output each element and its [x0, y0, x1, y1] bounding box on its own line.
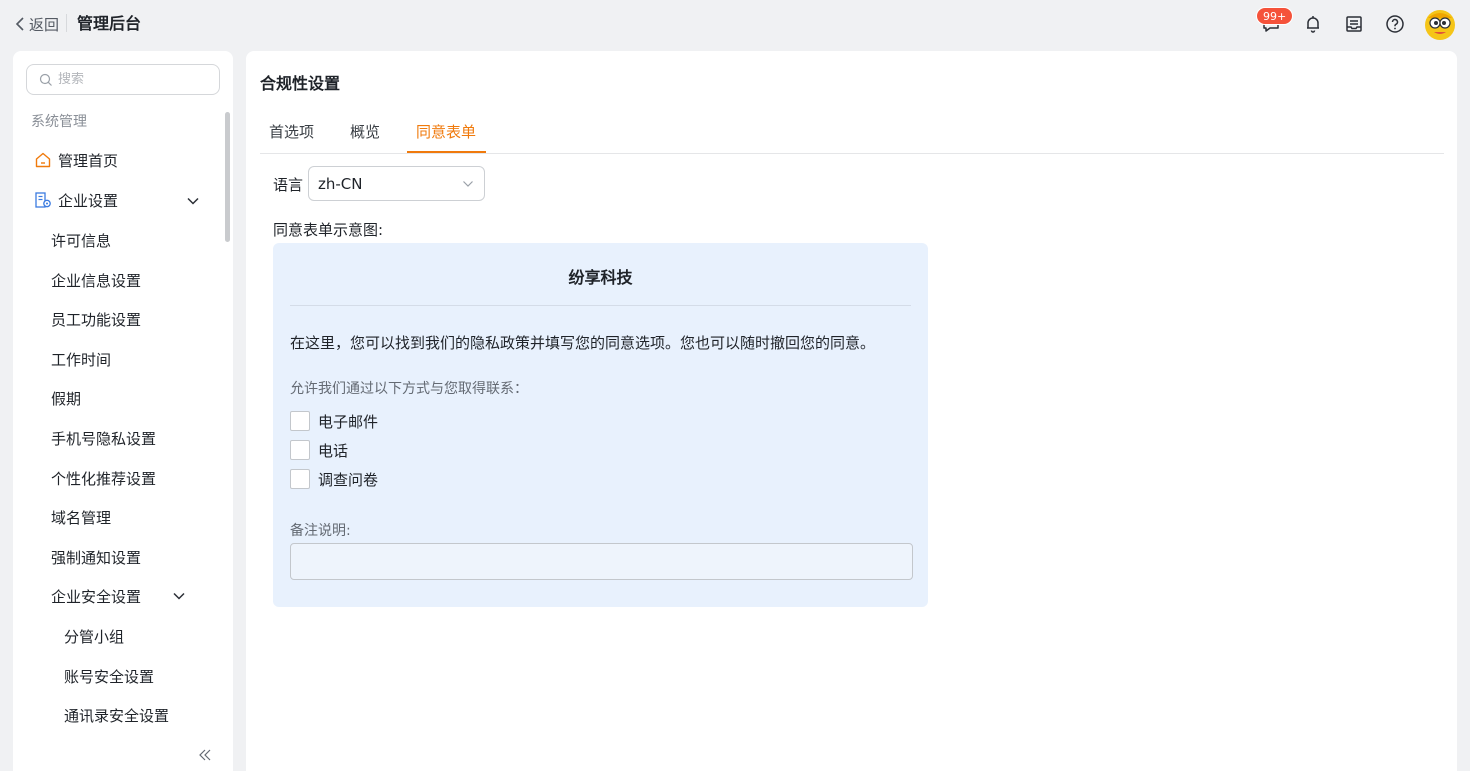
user-avatar[interactable] — [1422, 6, 1458, 42]
back-button[interactable]: 返回 — [14, 12, 59, 36]
sidebar-item-label: 管理首页 — [58, 151, 119, 170]
sidebar-item-enterprise-settings[interactable]: 企业设置 — [34, 188, 118, 212]
checkbox[interactable] — [290, 469, 310, 489]
sidebar-item-label: 账号安全设置 — [64, 667, 155, 686]
option-label: 调查问卷 — [318, 470, 379, 489]
sidebar-item-domain[interactable]: 域名管理 — [51, 505, 111, 529]
chevron-down-icon[interactable] — [186, 194, 200, 208]
contact-prompt: 允许我们通过以下方式与您取得联系： — [290, 381, 528, 397]
tab-consent-form[interactable]: 同意表单 — [408, 121, 484, 153]
sidebar-item-employee-features[interactable]: 员工功能设置 — [51, 307, 141, 331]
sidebar-item-label: 工作时间 — [51, 350, 112, 369]
sidebar-item-home[interactable]: 管理首页 — [34, 148, 118, 172]
form-company-title: 纷享科技 — [568, 268, 633, 287]
sidebar-item-recommendations[interactable]: 个性化推荐设置 — [51, 466, 156, 490]
sidebar-item-label: 假期 — [51, 389, 82, 408]
note-input[interactable] — [290, 543, 913, 580]
language-value: zh-CN — [318, 174, 363, 193]
search-icon — [39, 73, 52, 86]
collapse-sidebar-icon[interactable] — [197, 747, 213, 763]
chevron-left-icon — [15, 17, 24, 31]
notifications-button[interactable] — [1300, 11, 1326, 37]
building-settings-icon — [35, 192, 51, 208]
sidebar-item-label: 通讯录安全设置 — [64, 706, 170, 725]
header-divider — [66, 14, 67, 32]
tab-bar: 首选项 概览 同意表单 — [260, 113, 1444, 154]
sidebar-item-label: 分管小组 — [64, 627, 125, 646]
sidebar-item-subgroups[interactable]: 分管小组 — [64, 624, 124, 648]
sidebar-item-label: 强制通知设置 — [51, 548, 142, 567]
sidebar-item-label: 个性化推荐设置 — [51, 469, 157, 488]
app-title: 管理后台 — [77, 14, 142, 33]
language-label: 语言 — [273, 176, 304, 194]
tab-preferences[interactable]: 首选项 — [261, 121, 322, 153]
option-email[interactable]: 电子邮件 — [290, 411, 378, 431]
search-input[interactable] — [58, 72, 208, 87]
form-divider — [290, 305, 911, 306]
home-icon — [35, 152, 51, 168]
chevron-down-icon — [463, 181, 473, 187]
tasks-button[interactable] — [1341, 11, 1367, 37]
sidebar-search[interactable] — [26, 64, 220, 95]
sidebar-item-label: 企业设置 — [58, 191, 119, 210]
consent-form-preview: 纷享科技 在这里，您可以找到我们的隐私政策并填写您的同意选项。您也可以随时撤回您… — [273, 243, 928, 607]
sidebar-item-holidays[interactable]: 假期 — [51, 386, 81, 410]
sidebar-item-phone-privacy[interactable]: 手机号隐私设置 — [51, 426, 156, 450]
preview-label: 同意表单示意图: — [273, 221, 384, 239]
help-button[interactable] — [1382, 11, 1408, 37]
message-count-badge: 99+ — [1256, 7, 1294, 25]
sidebar-item-label: 手机号隐私设置 — [51, 429, 157, 448]
sidebar-item-label: 企业安全设置 — [51, 587, 142, 606]
note-label: 备注说明: — [290, 523, 351, 539]
page-title: 合规性设置 — [260, 74, 341, 93]
top-bar: 返回 管理后台 99+ — [0, 0, 1470, 48]
sidebar-item-license[interactable]: 许可信息 — [51, 228, 111, 252]
sidebar-item-enterprise-security[interactable]: 企业安全设置 — [51, 584, 141, 608]
sidebar-item-label: 企业信息设置 — [51, 271, 142, 290]
back-label: 返回 — [29, 15, 60, 34]
bell-icon — [1307, 16, 1319, 33]
sidebar-item-label: 域名管理 — [51, 508, 112, 527]
option-label: 电话 — [318, 441, 349, 460]
sidebar-item-forced-notification[interactable]: 强制通知设置 — [51, 545, 141, 569]
sidebar-item-account-security[interactable]: 账号安全设置 — [64, 664, 154, 688]
main-panel: 合规性设置 首选项 概览 同意表单 语言 zh-CN 同意表单示意图: 纷享科技… — [246, 51, 1457, 771]
form-description: 在这里，您可以找到我们的隐私政策并填写您的同意选项。您也可以随时撤回您的同意。 — [290, 334, 876, 352]
sidebar-item-label: 许可信息 — [51, 231, 112, 250]
option-phone[interactable]: 电话 — [290, 440, 348, 460]
sidebar: 系统管理 管理首页 企业设置 许可信息 企业信息设置 员工功能设置 工作时间 假… — [13, 51, 233, 771]
option-survey[interactable]: 调查问卷 — [290, 469, 378, 489]
inbox-icon — [1346, 16, 1362, 32]
sidebar-item-label: 员工功能设置 — [51, 310, 142, 329]
checkbox[interactable] — [290, 411, 310, 431]
option-label: 电子邮件 — [318, 412, 379, 431]
sidebar-item-enterprise-info[interactable]: 企业信息设置 — [51, 268, 141, 292]
sidebar-scrollbar[interactable] — [225, 112, 230, 242]
mascot-avatar-icon — [1425, 10, 1455, 40]
chevron-down-icon[interactable] — [172, 589, 186, 603]
question-circle-icon — [1386, 15, 1404, 33]
active-tab-indicator — [407, 151, 486, 153]
section-label: 系统管理 — [31, 114, 87, 130]
tab-overview[interactable]: 概览 — [342, 121, 388, 153]
checkbox[interactable] — [290, 440, 310, 460]
sidebar-item-work-hours[interactable]: 工作时间 — [51, 347, 111, 371]
sidebar-item-contacts-security[interactable]: 通讯录安全设置 — [64, 703, 169, 727]
language-select[interactable]: zh-CN — [308, 166, 485, 201]
